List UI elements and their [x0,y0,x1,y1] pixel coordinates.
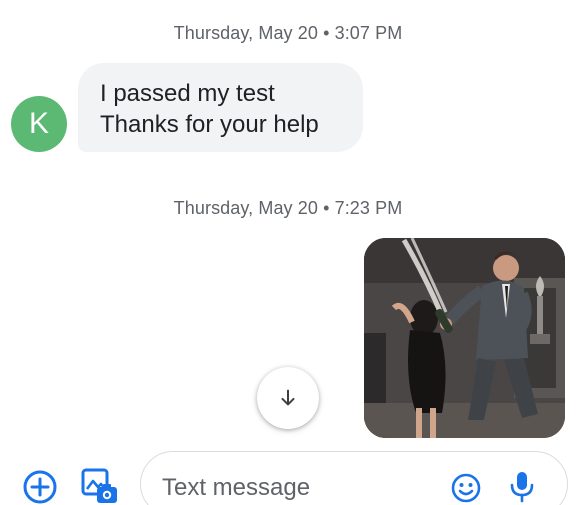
compose-bar: Text message [0,447,576,505]
photo-gallery-icon [81,468,117,503]
celebration-gif-image [364,238,565,438]
scroll-to-bottom-button[interactable] [257,367,319,429]
arrow-down-icon [281,389,295,406]
gallery-button[interactable] [80,467,120,505]
add-attachment-button[interactable] [22,469,58,505]
add-circle-icon [23,470,57,504]
incoming-message-bubble[interactable]: I passed my test Thanks for your help [78,63,363,152]
message-timestamp: Thursday, May 20 • 7:23 PM [173,198,403,218]
messages-screen: Thursday, May 20 • 3:07 PM K I passed my… [0,0,576,505]
microphone-icon [510,472,534,503]
message-timestamp: Thursday, May 20 • 3:07 PM [173,23,403,43]
message-placeholder: Text message [162,474,311,501]
contact-avatar[interactable]: K [11,96,67,152]
message-text-field[interactable]: Text message [140,451,568,505]
outgoing-gif-message[interactable] [364,238,565,438]
emoji-icon [451,473,481,503]
voice-message-button[interactable] [507,470,537,504]
emoji-button[interactable] [450,472,482,504]
message-text: Thanks for your help [100,111,319,138]
message-text: I passed my test [100,80,275,107]
